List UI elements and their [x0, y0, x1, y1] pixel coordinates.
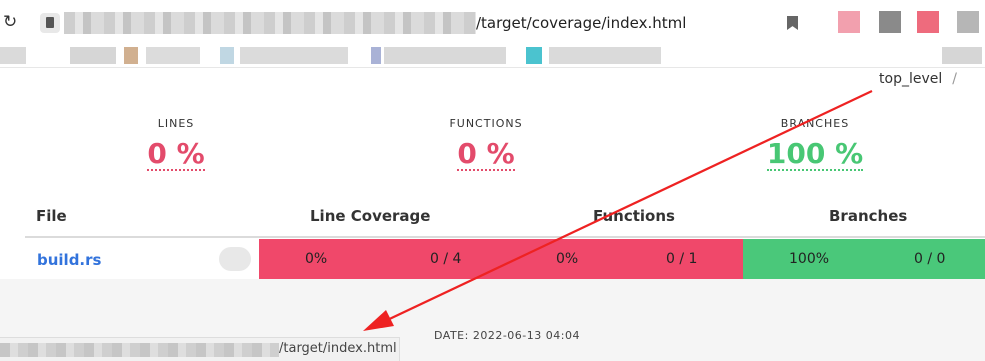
status-bar: /target/index.html: [0, 337, 400, 361]
table-header: File Line Coverage Functions Branches: [25, 207, 985, 238]
bookmark-item[interactable]: [124, 47, 138, 64]
branch-percent: 100%: [789, 251, 830, 267]
stat-branches: BRANCHES 100 %: [735, 117, 895, 171]
stat-value: 100 %: [766, 137, 864, 171]
header-functions[interactable]: Functions: [593, 207, 675, 225]
file-link[interactable]: build.rs: [37, 251, 101, 269]
stat-label: FUNCTIONS: [449, 117, 523, 130]
coverage-toggle[interactable]: [219, 247, 251, 271]
extension-icon-2[interactable]: [879, 11, 901, 33]
bookmark-item[interactable]: [240, 47, 348, 64]
bookmark-item[interactable]: [146, 47, 200, 64]
header-file[interactable]: File: [36, 207, 67, 225]
header-branches[interactable]: Branches: [829, 207, 907, 225]
browser-toolbar: ↻ /target/coverage/index.html: [0, 0, 985, 46]
bookmark-item[interactable]: [70, 47, 116, 64]
breadcrumb: top_level /: [879, 71, 957, 87]
bookmark-item[interactable]: [220, 47, 234, 64]
stat-value: 0 %: [457, 137, 515, 171]
table-row: build.rs 0% 0 / 4 0% 0 / 1 100% 0 / 0: [25, 239, 985, 279]
stat-functions: FUNCTIONS 0 %: [406, 117, 566, 171]
extension-icon-4[interactable]: [957, 11, 979, 33]
reload-icon[interactable]: ↻: [3, 12, 21, 32]
stat-value: 0 %: [147, 137, 205, 171]
stat-label: LINES: [157, 117, 195, 130]
bookmark-item[interactable]: [526, 47, 542, 64]
function-percent: 0%: [556, 251, 579, 267]
line-ratio: 0 / 4: [430, 251, 462, 267]
bookmark-icon[interactable]: [787, 16, 798, 30]
address-bar-url[interactable]: /target/coverage/index.html: [476, 14, 686, 32]
extension-icon-1[interactable]: [838, 11, 860, 33]
report-date: DATE: 2022-06-13 04:04: [434, 329, 580, 342]
coverage-high-cells: [743, 239, 985, 279]
bookmarks-bar: [0, 44, 985, 68]
function-ratio: 0 / 1: [666, 251, 698, 267]
line-percent: 0%: [305, 251, 328, 267]
page-info-icon[interactable]: [40, 13, 60, 33]
stat-label: BRANCHES: [780, 117, 850, 130]
status-url-redacted: [0, 343, 279, 357]
bookmark-item[interactable]: [384, 47, 506, 64]
bookmark-item[interactable]: [371, 47, 381, 64]
breadcrumb-separator: /: [952, 71, 957, 87]
bookmark-item[interactable]: [942, 47, 982, 64]
bookmark-item[interactable]: [0, 47, 26, 64]
coverage-report: top_level / LINES 0 % FUNCTIONS 0 % BRANC…: [0, 68, 985, 361]
url-redacted[interactable]: [64, 12, 476, 34]
bookmark-item[interactable]: [549, 47, 661, 64]
header-line-coverage[interactable]: Line Coverage: [310, 207, 430, 225]
status-url: /target/index.html: [279, 341, 397, 356]
extension-icon-3[interactable]: [917, 11, 939, 33]
breadcrumb-current[interactable]: top_level: [879, 71, 942, 87]
stat-lines: LINES 0 %: [96, 117, 256, 171]
branch-ratio: 0 / 0: [914, 251, 946, 267]
